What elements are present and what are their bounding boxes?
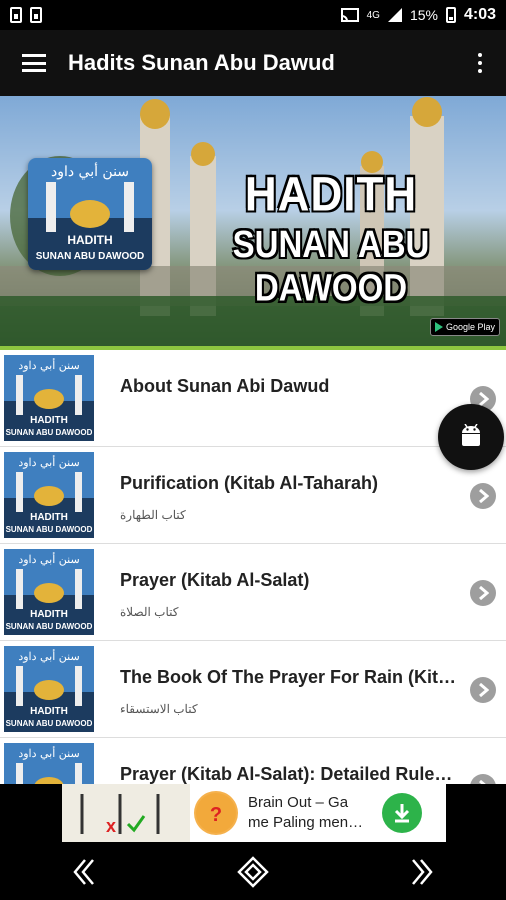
list-item-text: Prayer (Kitab Al-Salat) كتاب الصلاة — [120, 570, 460, 619]
svg-text:HADITH: HADITH — [30, 512, 68, 523]
svg-text:سنن أبي داود: سنن أبي داود — [18, 649, 79, 663]
list-item-text: About Sunan Abi Dawud — [120, 376, 460, 411]
ad-text: Brain Out – Ga me Paling men… — [248, 793, 372, 833]
svg-text:سنن أبي داود: سنن أبي داود — [18, 455, 79, 469]
android-fab-button[interactable] — [438, 404, 504, 470]
header-banner: سنن أبي داود HADITH SUNAN ABU DAWOOD HAD… — [0, 96, 506, 350]
google-play-icon — [435, 322, 443, 332]
battery-icon — [445, 7, 456, 23]
overflow-menu-button[interactable] — [454, 30, 506, 96]
svg-text:SUNAN ABU DAWOOD: SUNAN ABU DAWOOD — [6, 719, 93, 728]
svg-text:سنن أبي داود: سنن أبي داود — [18, 746, 79, 760]
ad-download-button[interactable] — [382, 793, 422, 833]
ad-banner-area: x ? Brain Out – Ga me Paling men… — [0, 784, 506, 844]
svg-text:HADITH: HADITH — [30, 609, 68, 620]
network-type: 4G — [366, 9, 380, 21]
chapter-thumbnail: سنن أبي داودHADITHSUNAN ABU DAWOOD — [4, 743, 94, 784]
battery-saver-icon — [30, 7, 42, 23]
double-chevron-left-icon — [73, 859, 95, 885]
list-item-title: The Book Of The Prayer For Rain (Kitab… — [120, 667, 460, 687]
list-item-text: Prayer (Kitab Al-Salat): Detailed Rule… — [120, 764, 460, 784]
svg-text:HADITH: HADITH — [30, 706, 68, 717]
banner-subtitle: SUNAN ABU DAWOOD — [232, 222, 430, 309]
list-item[interactable]: سنن أبي داود HADITH SUNAN ABU DAWOOD Prayer… — [0, 544, 506, 641]
nav-forward-button[interactable] — [392, 847, 452, 897]
svg-text:SUNAN ABU DAWOOD: SUNAN ABU DAWOOD — [6, 525, 93, 534]
list-item-text: Purification (Kitab Al-Taharah) كتاب الطه… — [120, 473, 460, 522]
list-item-title: About Sunan Abi Dawud — [120, 376, 330, 396]
hamburger-menu-icon — [22, 54, 46, 72]
svg-text:SUNAN ABU DAWOOD: SUNAN ABU DAWOOD — [6, 428, 93, 437]
list-item[interactable]: سنن أبي داود HADITH SUNAN ABU DAWOOD About … — [0, 350, 506, 447]
more-vert-icon — [478, 53, 482, 73]
battery-percent: 15% — [409, 7, 438, 23]
chevron-right-icon[interactable] — [470, 483, 496, 509]
double-chevron-right-icon — [411, 859, 433, 885]
chapter-list: سنن أبي داود HADITH SUNAN ABU DAWOOD About … — [0, 350, 506, 784]
ad-text-line1: Brain Out – Ga — [248, 794, 349, 811]
svg-text:SUNAN ABU DAWOOD: SUNAN ABU DAWOOD — [36, 251, 145, 262]
list-item-title: Purification (Kitab Al-Taharah) — [120, 473, 379, 493]
banner-app-icon: سنن أبي داود HADITH SUNAN ABU DAWOOD — [28, 158, 152, 270]
clock: 4:03 — [463, 6, 496, 23]
chapter-thumbnail: سنن أبي داود HADITH SUNAN ABU DAWOOD — [4, 549, 94, 635]
system-nav-bar — [0, 844, 506, 900]
download-icon — [394, 804, 410, 823]
chevron-right-icon[interactable] — [470, 580, 496, 606]
list-item-subtitle: كتاب الطهارة — [120, 508, 186, 522]
nav-home-button[interactable] — [223, 847, 283, 897]
ad-banner[interactable]: x ? Brain Out – Ga me Paling men… — [62, 784, 446, 842]
list-item-subtitle: كتاب الصلاة — [120, 605, 179, 619]
nav-back-button[interactable] — [54, 847, 114, 897]
ad-text-line2: me Paling men… — [248, 814, 364, 831]
diamond-home-icon — [237, 856, 269, 888]
list-item[interactable]: سنن أبي داود HADITH SUNAN ABU DAWOOD Purifi… — [0, 447, 506, 544]
chevron-right-icon[interactable] — [470, 774, 496, 784]
chapter-thumbnail: سنن أبي داود HADITH SUNAN ABU DAWOOD — [4, 452, 94, 538]
menu-button[interactable] — [0, 30, 68, 96]
sim-icon — [10, 7, 22, 23]
app-title: Hadits Sunan Abu Dawud — [68, 50, 335, 75]
status-bar: 4G 15% 4:03 — [0, 0, 506, 30]
status-notifications — [10, 7, 42, 23]
svg-text:سنن أبي داود: سنن أبي داود — [18, 358, 79, 372]
svg-text:سنن أبي داود: سنن أبي داود — [18, 552, 79, 566]
app-bar: Hadits Sunan Abu Dawud — [0, 30, 506, 96]
android-icon — [462, 424, 480, 446]
signal-icon — [387, 8, 402, 22]
list-item-title: Prayer (Kitab Al-Salat) — [120, 570, 310, 590]
list-item-subtitle: كتاب الاستسقاء — [120, 702, 198, 716]
chapter-thumbnail: سنن أبي داود HADITH SUNAN ABU DAWOOD — [4, 355, 94, 441]
svg-text:HADITH: HADITH — [30, 415, 68, 426]
chapter-thumbnail: سنن أبي داود HADITH SUNAN ABU DAWOOD — [4, 646, 94, 732]
list-item[interactable]: سنن أبي داود HADITH SUNAN ABU DAWOOD The Bo… — [0, 641, 506, 738]
list-item[interactable]: سنن أبي داودHADITHSUNAN ABU DAWOOD Prayer… — [0, 738, 506, 784]
status-indicators: 4G 15% 4:03 — [340, 6, 496, 24]
svg-text:سنن أبي داود: سنن أبي داود — [51, 161, 129, 180]
svg-text:HADITH: HADITH — [67, 233, 112, 247]
cast-icon — [340, 8, 359, 22]
svg-text:?: ? — [210, 804, 222, 826]
svg-text:x: x — [106, 816, 116, 836]
google-play-label: Google Play — [446, 322, 496, 332]
list-item-title: Prayer (Kitab Al-Salat): Detailed Rule… — [120, 764, 453, 784]
google-play-badge[interactable]: Google Play — [430, 318, 500, 336]
ad-game-image: x — [62, 784, 190, 842]
svg-text:SUNAN ABU DAWOOD: SUNAN ABU DAWOOD — [6, 622, 93, 631]
list-item-text: The Book Of The Prayer For Rain (Kitab… ك… — [120, 667, 460, 716]
ad-app-icon: ? — [194, 791, 238, 835]
banner-title: HADITH — [244, 167, 418, 222]
chevron-right-icon[interactable] — [470, 677, 496, 703]
